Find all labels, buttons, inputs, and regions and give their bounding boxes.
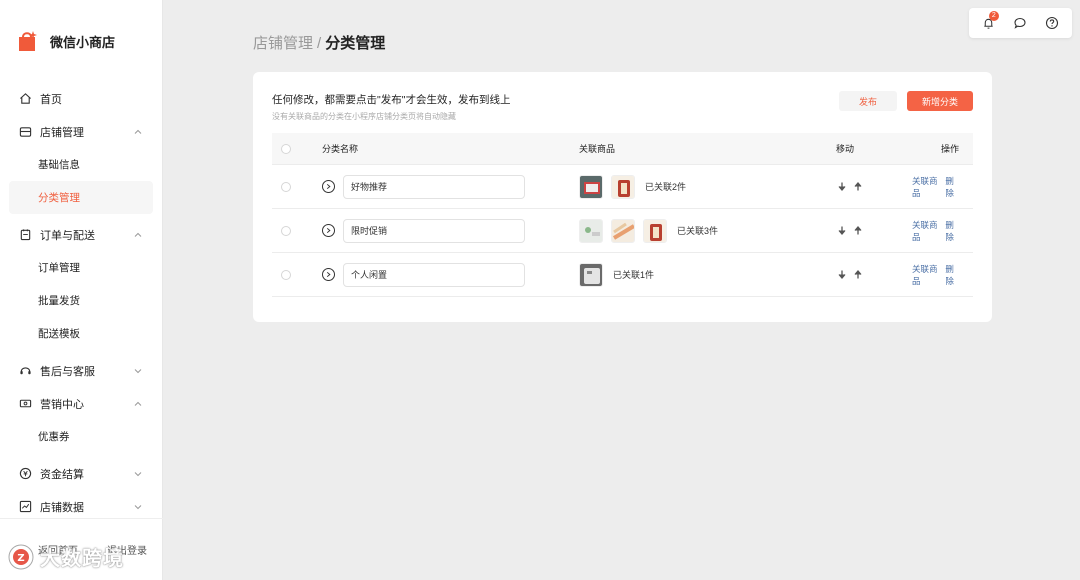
sidebar-item-label: 店铺管理 [40, 126, 84, 139]
sidebar-item-after-sales[interactable]: 售后与客服 [0, 354, 162, 387]
row-select-radio[interactable] [281, 269, 291, 280]
category-table: 分类名称 关联商品 移动 操作 已关联2件 [272, 133, 973, 297]
sidebar-item-label: 营销中心 [40, 398, 84, 411]
chevron-down-icon [132, 501, 144, 513]
chevron-up-icon [132, 126, 144, 138]
move-down-icon[interactable] [836, 269, 848, 281]
product-thumbnail [643, 218, 667, 243]
category-name-input[interactable] [343, 218, 525, 243]
link-goods-button[interactable]: 关联商品 [912, 175, 939, 199]
sidebar-nav: 首页 店铺管理 基础信息 分类管理 订单与配送 订单管理 批量发货 配送模板 售… [0, 82, 162, 523]
chevron-up-icon [132, 229, 144, 241]
sidebar-item-label: 资金结算 [40, 468, 84, 481]
chevron-down-icon [132, 365, 144, 377]
row-select-radio[interactable] [281, 225, 291, 236]
table-row: 已关联1件 关联商品 删除 [272, 253, 973, 297]
expand-icon[interactable] [322, 180, 335, 193]
chevron-up-icon [132, 398, 144, 410]
sidebar-item-orders[interactable]: 订单与配送 [0, 218, 162, 251]
breadcrumb-separator: / [317, 35, 322, 52]
table-row: 已关联2件 关联商品 删除 [272, 165, 973, 209]
message-button[interactable] [1010, 13, 1030, 33]
add-category-button[interactable]: 新增分类 [907, 91, 973, 111]
help-icon [1046, 16, 1059, 30]
header-linked-goods: 关联商品 [579, 144, 616, 154]
table-row: 已关联3件 关联商品 删除 [272, 209, 973, 253]
link-goods-button[interactable]: 关联商品 [912, 219, 939, 243]
notice-main-text: 任何修改，都需要点击"发布"才会生效，发布到线上 [272, 94, 511, 106]
expand-icon[interactable] [322, 224, 335, 237]
publish-button[interactable]: 发布 [839, 91, 897, 111]
sidebar-item-home[interactable]: 首页 [0, 82, 162, 115]
category-name-input[interactable] [343, 262, 525, 287]
product-thumbnail [611, 174, 635, 199]
linked-goods-count: 已关联1件 [613, 270, 655, 280]
logo[interactable]: 微信小商店 [0, 0, 162, 82]
yuan-icon [18, 467, 32, 481]
store-icon [18, 125, 32, 139]
linked-goods-count: 已关联2件 [645, 182, 687, 192]
delete-button[interactable]: 删除 [945, 175, 959, 199]
move-up-icon[interactable] [852, 225, 864, 237]
chevron-down-icon [132, 468, 144, 480]
sidebar-item-label: 首页 [40, 93, 62, 106]
notification-badge: 2 [988, 11, 999, 21]
sidebar-subitem-batch-shipping[interactable]: 批量发货 [9, 284, 153, 317]
order-icon [18, 228, 32, 242]
headset-icon [18, 364, 32, 378]
product-thumbnail [579, 218, 603, 243]
help-button[interactable] [1042, 13, 1062, 33]
notification-button[interactable]: 2 [979, 11, 999, 33]
delete-button[interactable]: 删除 [945, 263, 959, 287]
sidebar-subitem-order-management[interactable]: 订单管理 [9, 251, 153, 284]
product-thumbnail [579, 174, 603, 199]
select-all-radio[interactable] [281, 143, 291, 154]
sidebar-subitem-basic-info[interactable]: 基础信息 [9, 148, 153, 181]
sidebar-item-marketing[interactable]: 营销中心 [0, 387, 162, 420]
page-title: 分类管理 [325, 35, 386, 52]
sidebar-subitem-category-management[interactable]: 分类管理 [9, 181, 153, 214]
header-move: 移动 [836, 144, 855, 154]
watermark: Z 大数跨境 [8, 542, 124, 571]
watermark-text: 大数跨境 [40, 548, 124, 570]
product-thumbnail [611, 218, 635, 243]
shop-bag-logo-icon [16, 29, 40, 53]
breadcrumb-parent[interactable]: 店铺管理 [253, 35, 313, 52]
ticket-icon [18, 397, 32, 411]
sidebar-item-settlement[interactable]: 资金结算 [0, 457, 162, 490]
move-down-icon[interactable] [836, 225, 848, 237]
category-name-input[interactable] [343, 174, 525, 199]
sidebar-item-label: 订单与配送 [40, 229, 95, 242]
header-operations: 操作 [940, 144, 959, 154]
svg-text:Z: Z [17, 553, 24, 564]
move-up-icon[interactable] [852, 181, 864, 193]
top-toolbar: 2 [969, 8, 1072, 38]
sidebar-subitem-coupons[interactable]: 优惠券 [9, 420, 153, 453]
app-title: 微信小商店 [50, 34, 116, 50]
header-category-name: 分类名称 [322, 144, 359, 154]
link-goods-button[interactable]: 关联商品 [912, 263, 939, 287]
notice: 任何修改，都需要点击"发布"才会生效，发布到线上 没有关联商品的分类在小程序店铺… [272, 92, 510, 122]
category-card: 任何修改，都需要点击"发布"才会生效，发布到线上 没有关联商品的分类在小程序店铺… [253, 72, 992, 322]
watermark-logo-icon: Z [8, 544, 34, 569]
notice-sub-text: 没有关联商品的分类在小程序店铺分类页将自动隐藏 [272, 112, 456, 121]
breadcrumb: 店铺管理 / 分类管理 [253, 32, 385, 53]
sidebar-subitem-shipping-template[interactable]: 配送模板 [9, 317, 153, 350]
product-thumbnail [579, 262, 603, 287]
delete-button[interactable]: 删除 [945, 219, 959, 243]
sidebar-item-label: 售后与客服 [40, 365, 95, 378]
linked-goods-count: 已关联3件 [677, 226, 719, 236]
chart-icon [18, 500, 32, 514]
table-header: 分类名称 关联商品 移动 操作 [272, 133, 973, 165]
expand-icon[interactable] [322, 268, 335, 281]
sidebar-item-store[interactable]: 店铺管理 [0, 115, 162, 148]
message-icon [1014, 17, 1027, 29]
sidebar-item-label: 店铺数据 [40, 501, 84, 514]
move-down-icon[interactable] [836, 181, 848, 193]
home-icon [18, 92, 32, 106]
move-up-icon[interactable] [852, 269, 864, 281]
sidebar: 微信小商店 首页 店铺管理 基础信息 分类管理 订单与配送 订单管理 批量发货 … [0, 0, 163, 580]
row-select-radio[interactable] [281, 181, 291, 192]
